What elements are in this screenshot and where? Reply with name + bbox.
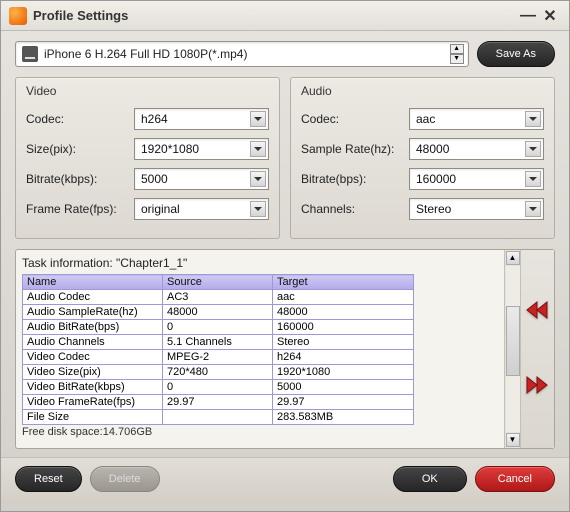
audio-group-title: Audio [301, 84, 544, 98]
audio-codec-label: Codec: [301, 112, 409, 126]
table-row[interactable]: Video BitRate(kbps)05000 [23, 380, 414, 395]
chevron-down-icon [525, 111, 541, 127]
spinner-up-icon[interactable]: ▲ [450, 44, 464, 54]
minimize-button[interactable]: — [517, 7, 539, 25]
spinner-down-icon[interactable]: ▼ [450, 54, 464, 64]
footer: Reset Delete OK Cancel [1, 457, 569, 504]
video-codec-label: Codec: [26, 112, 134, 126]
audio-codec-select[interactable]: aac [409, 108, 544, 130]
video-bitrate-select[interactable]: 5000 [134, 168, 269, 190]
app-icon [9, 7, 27, 25]
video-group: Video Codec: h264 Size(pix): 1920*1080 B… [15, 77, 280, 239]
task-info-panel: Task information: "Chapter1_1" Name Sour… [15, 249, 555, 449]
col-source[interactable]: Source [163, 275, 273, 290]
task-table: Name Source Target Audio CodecAC3aacAudi… [22, 274, 414, 425]
table-row[interactable]: Audio BitRate(bps)0160000 [23, 320, 414, 335]
cancel-button[interactable]: Cancel [475, 466, 555, 492]
task-info-title: Task information: "Chapter1_1" [22, 256, 502, 270]
video-size-label: Size(pix): [26, 142, 134, 156]
ok-button[interactable]: OK [393, 466, 467, 492]
table-row[interactable]: Audio SampleRate(hz)4800048000 [23, 305, 414, 320]
scroll-down-icon[interactable]: ▼ [506, 433, 520, 447]
close-button[interactable]: ✕ [539, 6, 561, 26]
table-row[interactable]: Video FrameRate(fps)29.9729.97 [23, 395, 414, 410]
col-target[interactable]: Target [273, 275, 414, 290]
profile-selected-text: iPhone 6 H.264 Full HD 1080P(*.mp4) [44, 47, 446, 61]
audio-samplerate-label: Sample Rate(hz): [301, 142, 409, 156]
vertical-scrollbar[interactable]: ▲ ▼ [504, 250, 520, 448]
audio-samplerate-select[interactable]: 48000 [409, 138, 544, 160]
video-framerate-label: Frame Rate(fps): [26, 202, 134, 216]
audio-group: Audio Codec: aac Sample Rate(hz): 48000 … [290, 77, 555, 239]
scroll-thumb[interactable] [506, 306, 520, 376]
table-row[interactable]: File Size283.583MB [23, 410, 414, 425]
audio-bitrate-label: Bitrate(bps): [301, 172, 409, 186]
chevron-down-icon [250, 171, 266, 187]
save-as-button[interactable]: Save As [477, 41, 555, 67]
next-task-button[interactable] [525, 374, 551, 399]
profile-settings-window: Profile Settings — ✕ iPhone 6 H.264 Full… [0, 0, 570, 512]
chevron-down-icon [525, 171, 541, 187]
table-row[interactable]: Audio CodecAC3aac [23, 290, 414, 305]
profile-spinner[interactable]: ▲ ▼ [450, 44, 464, 64]
video-bitrate-label: Bitrate(kbps): [26, 172, 134, 186]
prev-task-button[interactable] [525, 299, 551, 324]
table-row[interactable]: Video Size(pix)720*4801920*1080 [23, 365, 414, 380]
window-title: Profile Settings [33, 8, 128, 23]
table-row[interactable]: Audio Channels5.1 ChannelsStereo [23, 335, 414, 350]
video-framerate-select[interactable]: original [134, 198, 269, 220]
double-left-icon [525, 299, 551, 321]
col-name[interactable]: Name [23, 275, 163, 290]
video-codec-select[interactable]: h264 [134, 108, 269, 130]
free-disk-text: Free disk space:14.706GB [22, 426, 502, 438]
audio-channels-select[interactable]: Stereo [409, 198, 544, 220]
profile-select[interactable]: iPhone 6 H.264 Full HD 1080P(*.mp4) ▲ ▼ [15, 41, 469, 67]
audio-bitrate-select[interactable]: 160000 [409, 168, 544, 190]
profile-format-icon [22, 46, 38, 62]
video-group-title: Video [26, 84, 269, 98]
scroll-track[interactable] [506, 266, 520, 432]
chevron-down-icon [250, 111, 266, 127]
chevron-down-icon [250, 201, 266, 217]
chevron-down-icon [250, 141, 266, 157]
scroll-up-icon[interactable]: ▲ [506, 251, 520, 265]
reset-button[interactable]: Reset [15, 466, 82, 492]
chevron-down-icon [525, 141, 541, 157]
chevron-down-icon [525, 201, 541, 217]
video-size-select[interactable]: 1920*1080 [134, 138, 269, 160]
double-right-icon [525, 374, 551, 396]
delete-button[interactable]: Delete [90, 466, 160, 492]
table-row[interactable]: Video CodecMPEG-2h264 [23, 350, 414, 365]
audio-channels-label: Channels: [301, 202, 409, 216]
titlebar: Profile Settings — ✕ [1, 1, 569, 31]
